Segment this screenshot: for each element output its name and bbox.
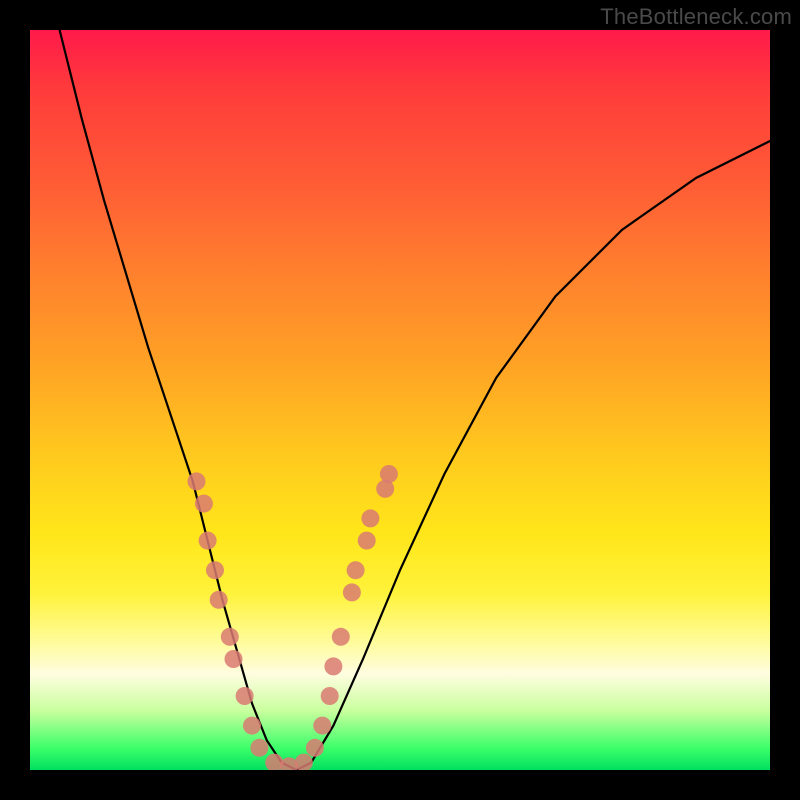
data-marker — [221, 628, 239, 646]
data-marker — [243, 717, 261, 735]
curve-path — [60, 30, 770, 770]
data-marker — [380, 465, 398, 483]
data-marker — [343, 583, 361, 601]
data-marker — [321, 687, 339, 705]
chart-frame: TheBottleneck.com — [0, 0, 800, 800]
plot-area — [30, 30, 770, 770]
data-marker — [210, 591, 228, 609]
data-marker — [225, 650, 243, 668]
data-marker — [361, 509, 379, 527]
marker-group — [188, 465, 398, 770]
data-marker — [306, 739, 324, 757]
data-marker — [295, 754, 313, 770]
data-marker — [236, 687, 254, 705]
data-marker — [206, 561, 224, 579]
watermark-text: TheBottleneck.com — [600, 4, 792, 30]
data-marker — [313, 717, 331, 735]
data-marker — [347, 561, 365, 579]
data-marker — [199, 532, 217, 550]
data-marker — [188, 472, 206, 490]
data-marker — [324, 657, 342, 675]
data-marker — [332, 628, 350, 646]
chart-svg — [30, 30, 770, 770]
data-marker — [358, 532, 376, 550]
data-marker — [250, 739, 268, 757]
data-marker — [195, 495, 213, 513]
